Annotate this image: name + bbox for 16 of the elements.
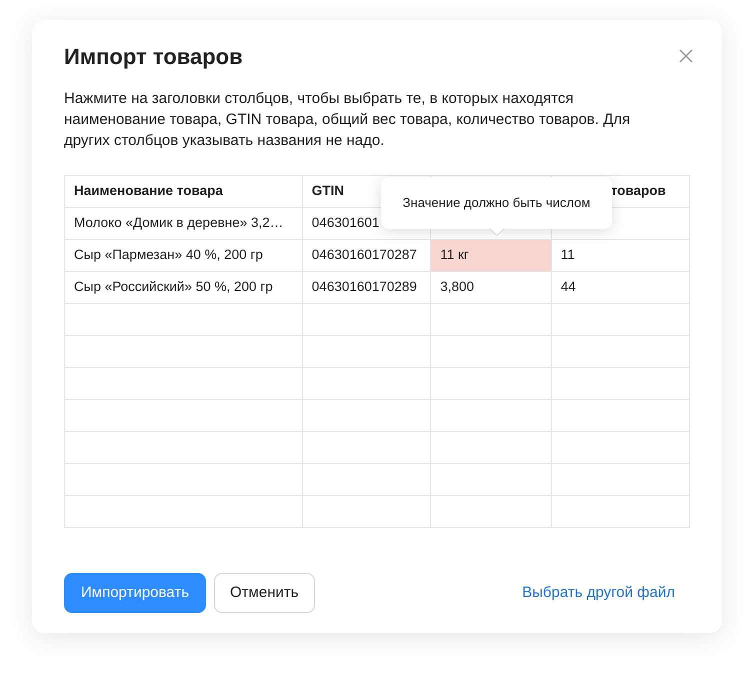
table-cell: 04630160170289 [302,272,431,304]
dialog-title: Импорт товаров [64,44,243,70]
cancel-button[interactable]: Отменить [214,573,315,613]
table-cell: 11 [551,240,690,272]
close-icon[interactable] [678,48,694,64]
table-cell: 44 [551,272,690,304]
table-cell: 3,800 [430,272,552,304]
table-cell: 04630160170287 [302,240,431,272]
table-cell: 11 кг [430,240,552,272]
choose-file-link[interactable]: Выбрать другой файл [522,582,675,604]
tooltip-pointer [489,228,505,236]
column-header[interactable]: GTIN [312,183,344,198]
table-cell: Сыр «Пармезан» 40 %, 200 гр [64,240,302,272]
dialog-description: Нажмите на заголовки столбцов, чтобы выбрать те, в которых находятся наименование товара, GTIN товара, общий вес товара, количество товаров. Для других столбцов указывать названия не надо. [64,89,632,151]
table-cell: Молоко «Домик в деревне» 3,2… [64,208,302,240]
table-cell: Сыр «Российский» 50 %, 200 гр [64,272,302,304]
